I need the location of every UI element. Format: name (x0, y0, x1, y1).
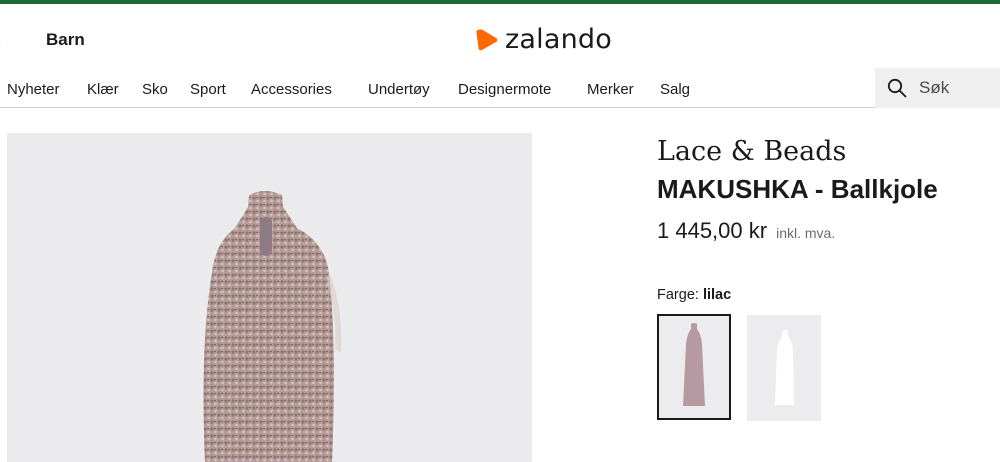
search-box[interactable]: Søk (875, 68, 1000, 108)
site-header: rre Barn zalando (0, 4, 1000, 68)
product-brand[interactable]: Lace & Beads (657, 136, 846, 167)
search-icon (887, 78, 907, 98)
color-label: Farge: lilac (657, 287, 731, 303)
color-swatch-lilac[interactable] (657, 314, 731, 420)
search-input[interactable]: Søk (919, 78, 949, 98)
vat-note: inkl. mva. (776, 225, 836, 241)
nav-item-accessories[interactable]: Accessories (251, 81, 332, 98)
product-title: MAKUSHKA - Ballkjole (657, 174, 938, 204)
color-value: lilac (702, 287, 732, 303)
nav-item-sport[interactable]: Sport (190, 81, 226, 98)
product-price: 1 445,00 kr (657, 218, 768, 243)
color-label-prefix: Farge: (657, 287, 699, 303)
nav-item-undertoy[interactable]: Undertøy (368, 81, 430, 98)
nav-item-merker[interactable]: Merker (587, 81, 634, 98)
zalando-logo[interactable]: zalando (475, 24, 612, 55)
zalando-logo-icon (476, 28, 498, 50)
swatch-lilac-image (659, 316, 729, 418)
color-swatch-white[interactable] (747, 315, 821, 421)
gender-link-partial[interactable]: rre (0, 30, 1, 50)
nav-item-designermote[interactable]: Designermote (458, 81, 551, 98)
category-nav: Nyheter Klær Sko Sport Accessories Under… (0, 68, 1000, 108)
price-row: 1 445,00 kr inkl. mva. (657, 218, 835, 244)
logo-wordmark: zalando (505, 24, 612, 55)
nav-item-klaer[interactable]: Klær (87, 81, 119, 98)
gender-link-barn[interactable]: Barn (46, 30, 85, 50)
dress-product-image (203, 191, 342, 462)
product-image-gallery[interactable] (7, 133, 532, 462)
nav-item-salg[interactable]: Salg (660, 81, 690, 98)
nav-item-sko[interactable]: Sko (142, 81, 168, 98)
nav-item-nyheter[interactable]: Nyheter (7, 81, 60, 98)
swatch-white-image (747, 315, 821, 421)
